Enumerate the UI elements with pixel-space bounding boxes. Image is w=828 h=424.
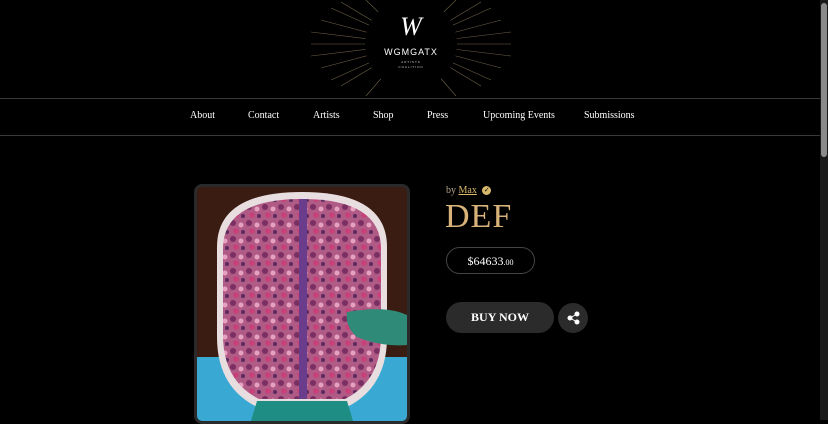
artist-byline: by Max ✓ xyxy=(446,185,492,196)
nav-press[interactable]: Press xyxy=(427,110,448,121)
main-nav: About Contact Artists Shop Press Upcomin… xyxy=(0,99,820,136)
nav-shop[interactable]: Shop xyxy=(373,110,394,121)
site-logo[interactable]: W WGMGATX ARTISTS COALITION xyxy=(310,0,512,98)
vertical-scrollbar[interactable] xyxy=(820,0,828,420)
share-button[interactable] xyxy=(558,303,588,333)
logo-tagline-1: ARTISTS xyxy=(401,60,421,64)
nav-submissions[interactable]: Submissions xyxy=(584,110,635,121)
verified-check-icon: ✓ xyxy=(482,186,492,196)
nav-contact[interactable]: Contact xyxy=(248,110,279,121)
buy-now-button[interactable]: BUY NOW xyxy=(446,302,554,333)
logo-tagline-2: COALITION xyxy=(398,65,424,69)
price-main: $64633 xyxy=(467,254,504,268)
by-label: by xyxy=(446,185,456,196)
site-header: W WGMGATX ARTISTS COALITION xyxy=(0,0,820,99)
artwork-image[interactable] xyxy=(194,184,410,424)
logo-name: WGMGATX xyxy=(384,47,438,57)
scrollbar-thumb[interactable] xyxy=(821,3,827,157)
nav-artists[interactable]: Artists xyxy=(313,110,340,121)
product-title: DEF xyxy=(445,198,513,235)
nav-upcoming-events[interactable]: Upcoming Events xyxy=(483,110,555,121)
price-badge: $64633.00 xyxy=(446,247,535,274)
artwork-painting xyxy=(197,187,407,421)
logo-mark: W xyxy=(400,12,422,41)
nav-about[interactable]: About xyxy=(190,110,215,121)
share-icon xyxy=(567,311,580,325)
price-cents: .00 xyxy=(503,258,514,267)
artist-link[interactable]: Max xyxy=(459,185,477,196)
